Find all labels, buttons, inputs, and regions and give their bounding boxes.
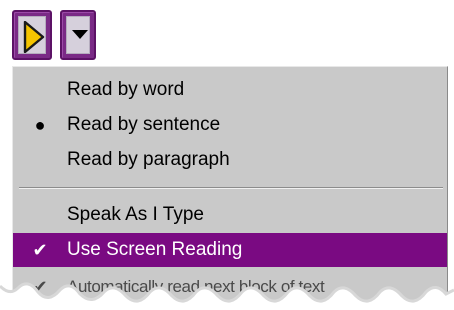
- play-button-face: [18, 16, 46, 54]
- menu-item-use-screen-reading[interactable]: ✔ Use Screen Reading: [13, 233, 447, 267]
- play-icon: [23, 21, 45, 53]
- menu-item-read-by-word[interactable]: Read by word: [13, 73, 447, 107]
- radio-bullet-icon: ●: [34, 115, 46, 135]
- menu-item-label: Read by paragraph: [67, 149, 230, 170]
- torn-edge-decoration: [0, 282, 454, 310]
- menu-separator: [19, 187, 443, 189]
- menu-item-mark: [27, 73, 53, 107]
- menu-item-speak-as-i-type[interactable]: Speak As I Type: [13, 198, 447, 232]
- menu-item-read-by-paragraph[interactable]: Read by paragraph: [13, 143, 447, 177]
- menu-item-label: Use Screen Reading: [67, 239, 243, 260]
- menu-item-mark: [27, 143, 53, 177]
- dropdown-button-face: [66, 16, 90, 54]
- menu-item-label: Read by sentence: [67, 114, 221, 135]
- menu-item-label: Read by word: [67, 79, 185, 100]
- chevron-down-icon: [72, 30, 88, 39]
- screenshot-stage: Read by word ● Read by sentence Read by …: [0, 0, 454, 310]
- menu-item-mark: [27, 198, 53, 232]
- menu-item-label: Speak As I Type: [67, 204, 204, 225]
- options-dropdown-button[interactable]: [60, 10, 96, 60]
- checkmark-icon: ✔: [32, 240, 48, 260]
- menu-item-read-by-sentence[interactable]: ● Read by sentence: [13, 108, 447, 142]
- play-button[interactable]: [12, 10, 52, 60]
